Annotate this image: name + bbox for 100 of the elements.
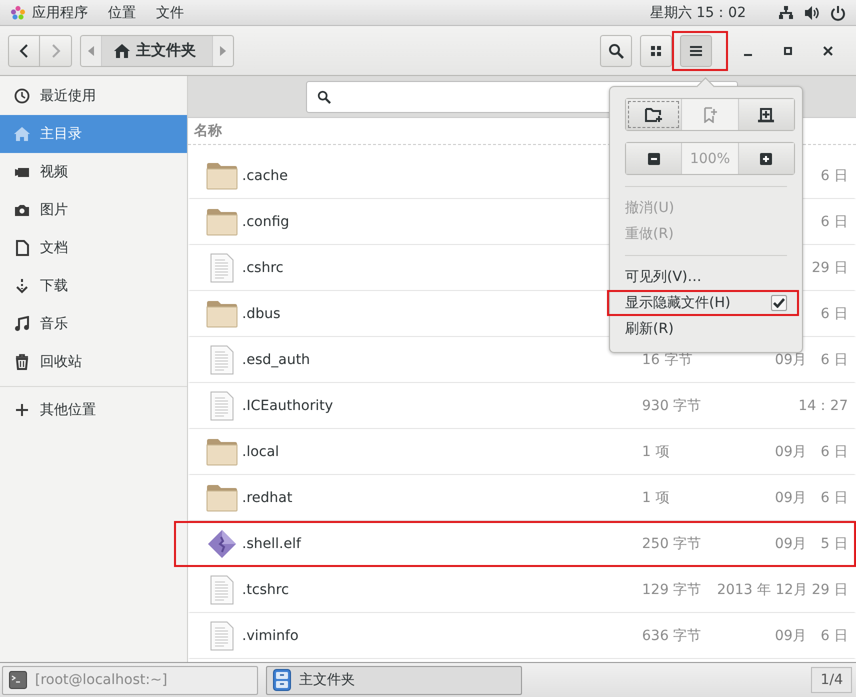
network-icon[interactable] xyxy=(778,4,794,20)
sidebar-item[interactable]: 图片 xyxy=(0,191,187,229)
text-file-icon xyxy=(210,620,234,650)
trash-icon xyxy=(14,354,30,370)
file-date: 09月 6 日 xyxy=(774,626,849,644)
menu-button[interactable] xyxy=(680,34,712,66)
top-menu[interactable]: 应用程序 xyxy=(32,4,88,22)
view-grid-button[interactable] xyxy=(640,34,672,66)
file-name: .dbus xyxy=(242,306,282,322)
search-button[interactable] xyxy=(600,34,632,66)
camera-icon xyxy=(14,202,30,218)
file-date: 14：27 xyxy=(798,396,849,414)
search-icon xyxy=(317,90,331,104)
text-file-icon xyxy=(210,252,234,282)
menu-icon xyxy=(690,46,702,56)
tab-plus-icon xyxy=(757,106,776,122)
chevron-right-icon xyxy=(50,44,60,58)
sidebar-item[interactable]: 其他位置 xyxy=(0,391,187,429)
terminal-icon xyxy=(9,671,27,689)
plus-icon xyxy=(760,152,772,164)
zoom-in-button[interactable] xyxy=(738,143,794,174)
file-name: .esd_auth xyxy=(242,352,312,368)
clock-icon xyxy=(14,88,30,104)
file-name: .cshrc xyxy=(242,260,284,276)
new-folder-button[interactable] xyxy=(626,99,682,130)
path-button[interactable]: 主文件夹 xyxy=(101,36,213,66)
menu-item[interactable]: 显示隐藏文件(H) xyxy=(607,290,799,316)
document-icon xyxy=(14,240,30,256)
file-name: .local xyxy=(242,444,280,460)
maximize-icon xyxy=(784,46,792,54)
folder-icon xyxy=(206,484,238,512)
file-name: .ICEauthority xyxy=(242,398,334,414)
clock[interactable]: 星期六 15：02 xyxy=(650,4,746,22)
file-date: 6 日 xyxy=(820,304,849,322)
file-date: 6 日 xyxy=(820,166,849,184)
grid-icon xyxy=(651,46,661,56)
file-row[interactable]: .local 1 项 09月 6 日 xyxy=(188,429,856,475)
file-size: 250 字节 xyxy=(642,536,702,552)
bookmark-plus-icon xyxy=(702,106,717,122)
file-date: 09月 6 日 xyxy=(774,350,849,368)
volume-icon[interactable] xyxy=(804,4,820,20)
sidebar-item[interactable]: 文档 xyxy=(0,229,187,267)
text-file-icon xyxy=(210,344,234,374)
zoom-out-button[interactable] xyxy=(626,143,682,174)
file-row[interactable]: .shell.elf 250 字节 09月 5 日 xyxy=(174,521,856,567)
text-file-icon xyxy=(210,390,234,420)
file-size: 16 字节 xyxy=(642,352,692,368)
menu-item[interactable]: 可见列(V)… xyxy=(607,264,799,290)
folder-icon xyxy=(206,208,238,236)
chevron-left-icon xyxy=(19,44,29,58)
text-file-icon xyxy=(210,574,234,604)
power-icon[interactable] xyxy=(830,4,846,20)
home-icon xyxy=(114,42,130,58)
file-name: .viminfo xyxy=(242,628,300,644)
zoom-level: 100% xyxy=(681,143,739,174)
file-date: 6 日 xyxy=(820,212,849,230)
top-menu[interactable]: 文件 xyxy=(156,4,184,22)
search-icon xyxy=(608,42,624,58)
file-cabinet-icon xyxy=(273,669,291,691)
file-size: 930 字节 xyxy=(642,398,702,414)
sidebar-item[interactable]: 视频 xyxy=(0,153,187,191)
column-header[interactable]: 名称 xyxy=(194,122,222,140)
top-menu[interactable]: 位置 xyxy=(108,4,136,22)
app-logo-icon[interactable] xyxy=(10,4,26,20)
file-name: .config xyxy=(242,214,290,230)
folder-plus-icon xyxy=(644,106,663,122)
file-name: .cache xyxy=(242,168,289,184)
file-size: 1 项 xyxy=(642,444,670,460)
file-row[interactable]: .ICEauthority 930 字节 14：27 xyxy=(188,383,856,429)
file-size: 1 项 xyxy=(642,490,670,506)
file-name: .redhat xyxy=(242,490,294,506)
sidebar-item[interactable]: 回收站 xyxy=(0,343,187,381)
diamond-icon xyxy=(207,529,237,559)
file-size: 129 字节 xyxy=(642,582,702,598)
folder-icon xyxy=(206,438,238,466)
checkbox[interactable] xyxy=(771,295,787,311)
folder-icon xyxy=(206,162,238,190)
file-row[interactable]: .tcshrc 129 字节 2013 年 12月 29 日 xyxy=(188,567,856,613)
new-tab-button[interactable] xyxy=(738,99,794,130)
close-icon xyxy=(823,46,833,56)
sidebar-item[interactable]: 音乐 xyxy=(0,305,187,343)
file-row[interactable]: .viminfo 636 字节 09月 6 日 xyxy=(188,613,856,659)
taskbar-window[interactable]: 主文件夹 xyxy=(266,666,522,694)
file-size: 636 字节 xyxy=(642,628,702,644)
file-row[interactable]: .redhat 1 项 09月 6 日 xyxy=(188,475,856,521)
workspace-pager[interactable]: 1/4 xyxy=(811,667,852,693)
minimize-icon xyxy=(744,54,752,56)
file-date: 29 日 xyxy=(812,258,849,276)
file-date: 09月 6 日 xyxy=(774,442,849,460)
sidebar-item[interactable]: 最近使用 xyxy=(0,77,187,115)
file-date: 2013 年 12月 29 日 xyxy=(716,580,849,598)
back-button[interactable] xyxy=(8,34,40,66)
home-icon xyxy=(14,126,30,142)
checkmark-icon xyxy=(773,298,785,308)
file-name: .tcshrc xyxy=(242,582,290,598)
sidebar-item[interactable]: 下载 xyxy=(0,267,187,305)
file-date: 09月 6 日 xyxy=(774,488,849,506)
music-icon xyxy=(14,316,30,332)
triangle-left-icon xyxy=(88,46,94,56)
file-name: .shell.elf xyxy=(242,536,302,552)
